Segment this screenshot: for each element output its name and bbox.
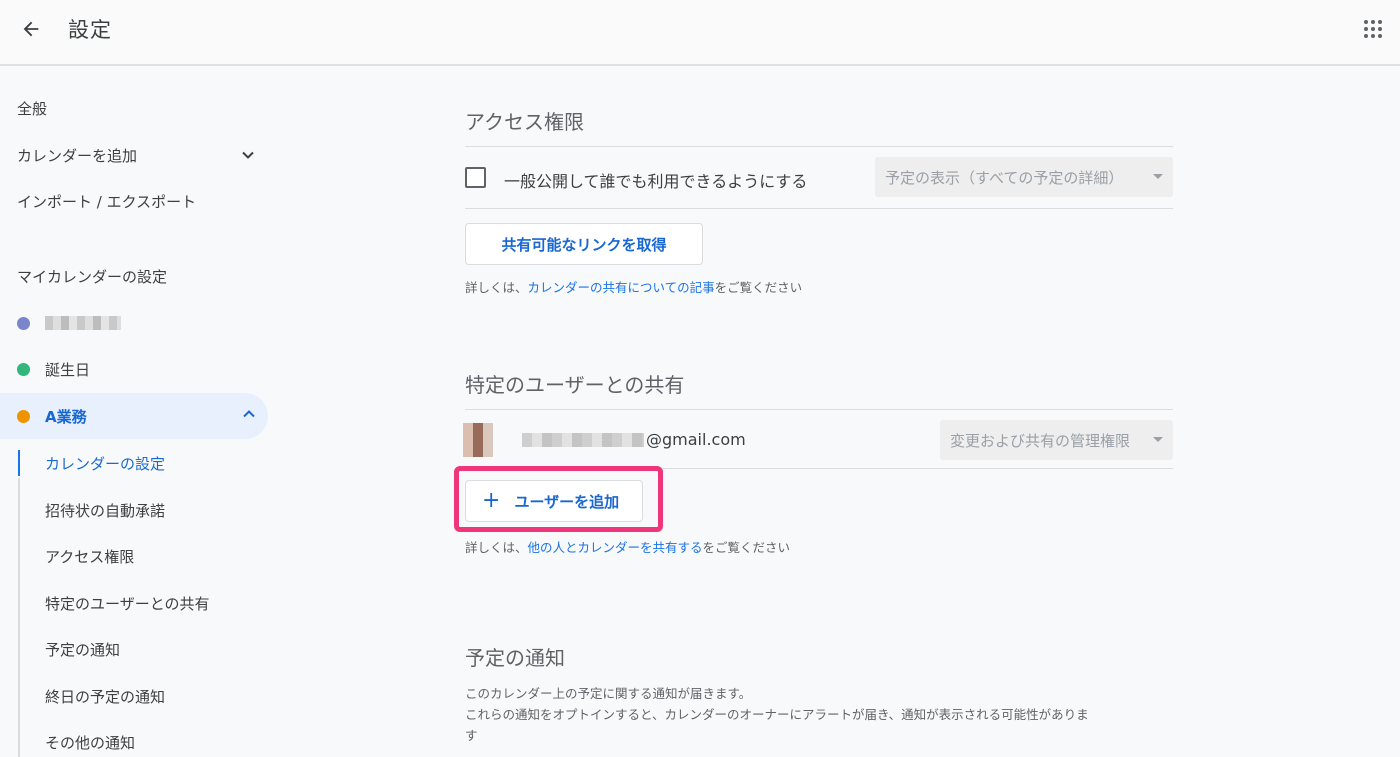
sidebar-subitem-auto-accept[interactable]: 招待状の自動承諾 [45,490,265,530]
sub-nav-line [18,478,20,757]
email-redacted [522,432,644,447]
sidebar-subitem-access[interactable]: アクセス権限 [45,536,265,576]
sidebar-item-add-calendar[interactable]: カレンダーを追加 [0,132,268,178]
help-prefix: 詳しくは、 [465,280,528,295]
divider [465,146,1173,147]
page-title: 設定 [68,18,112,42]
calendar-color-dot [17,362,30,376]
calendar-item-blurred[interactable] [0,300,268,346]
grid-apps-icon [1364,20,1382,38]
permission-select[interactable]: 変更および共有の管理権限 [940,420,1173,460]
shared-user-email: @gmail.com [522,430,746,449]
notifications-description: このカレンダー上の予定に関する通知が届きます。 これらの通知をオプトインすると、… [465,683,1175,746]
sidebar-subitem-calendar-settings[interactable]: カレンダーの設定 [45,443,265,483]
get-share-link-button[interactable]: 共有可能なリンクを取得 [465,223,703,265]
notifications-line-2: これらの通知をオプトインすると、カレンダーのオーナーにアラートが届き、通知が表示… [465,707,1089,722]
calendar-color-dot [17,409,30,423]
avatar [463,423,493,457]
dropdown-caret-icon [1153,437,1163,442]
calendar-item-birthdays[interactable]: 誕生日 [0,346,268,392]
notifications-section-title: 予定の通知 [465,646,565,670]
chevron-down-icon [238,145,258,165]
visibility-select-value: 予定の表示（すべての予定の詳細） [885,168,1124,187]
dropdown-caret-icon [1153,174,1163,179]
permission-select-value: 変更および共有の管理権限 [950,431,1131,450]
visibility-select[interactable]: 予定の表示（すべての予定の詳細） [875,157,1173,197]
notifications-line-3: す [465,728,478,743]
notifications-line-1: このカレンダー上の予定に関する通知が届きます。 [465,686,752,701]
access-section-title: アクセス権限 [465,110,584,134]
help-prefix: 詳しくは、 [465,540,528,555]
sidebar-subitem-allday-notifications[interactable]: 終日の予定の通知 [45,676,265,716]
arrow-left-icon [23,21,39,37]
chevron-up-icon [242,407,256,425]
calendar-name: A業務 [45,407,87,426]
highlight-box [454,466,663,532]
sidebar-item-import-export[interactable]: インポート / エクスポート [0,178,268,224]
public-checkbox[interactable] [465,167,486,188]
calendar-name: 誕生日 [45,360,91,379]
share-section-title: 特定のユーザーとの共有 [465,373,685,397]
back-button[interactable] [14,12,48,46]
public-checkbox-label: 一般公開して誰でも利用できるようにする [504,172,808,191]
sharing-article-link[interactable]: カレンダーの共有についての記事 [528,280,715,295]
email-domain: @gmail.com [646,430,746,449]
sidebar-subitem-event-notifications[interactable]: 予定の通知 [45,629,265,669]
share-help-text: 詳しくは、他の人とカレンダーを共有するをご覧ください [465,537,790,556]
calendar-color-dot [17,316,30,330]
apps-button[interactable] [1358,14,1388,44]
sidebar-subitem-share-users[interactable]: 特定のユーザーとの共有 [45,583,265,623]
share-with-others-link[interactable]: 他の人とカレンダーを共有する [528,540,703,555]
calendar-name-redacted [45,316,121,330]
access-help-text: 詳しくは、カレンダーの共有についての記事をご覧ください [465,277,802,296]
active-indicator [18,450,20,476]
app-header: 設定 [0,0,1400,66]
sidebar-item-label: カレンダーを追加 [17,146,138,165]
sidebar-item-label: 全般 [17,99,48,118]
sidebar-subitem-other-notifications[interactable]: その他の通知 [45,722,265,757]
sidebar-item-label: インポート / エクスポート [17,192,197,211]
help-suffix: をご覧ください [702,540,791,555]
help-suffix: をご覧ください [714,280,803,295]
my-calendars-heading: マイカレンダーの設定 [17,268,168,286]
calendar-item-a-gyomu[interactable]: A業務 [0,393,268,439]
divider [465,409,1173,410]
sidebar-item-general[interactable]: 全般 [0,85,268,131]
divider [465,208,1173,209]
